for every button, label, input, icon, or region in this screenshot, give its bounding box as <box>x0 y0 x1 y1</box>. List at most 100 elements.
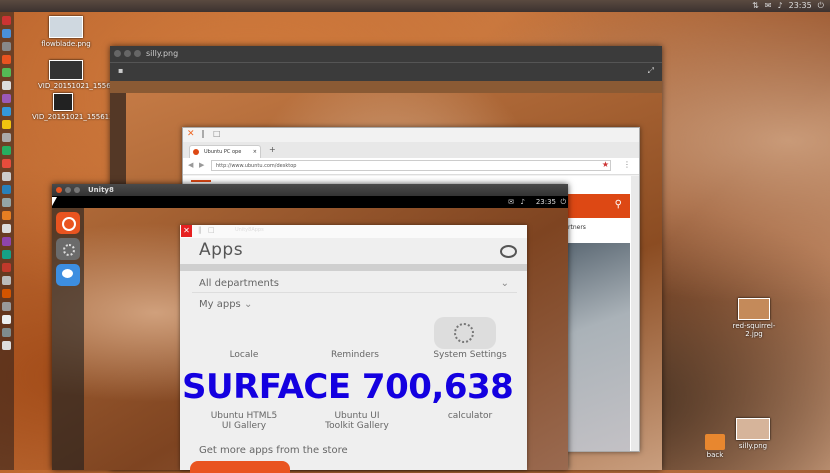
app-html5-gallery[interactable]: Ubuntu HTML5 UI Gallery <box>194 411 294 431</box>
launcher-app-icon[interactable] <box>2 81 11 90</box>
launcher-app-icon[interactable] <box>2 224 11 233</box>
launcher-app-icon[interactable] <box>2 146 11 155</box>
desktop-file-label: silly.png <box>738 442 768 450</box>
unity8-launcher <box>52 208 84 470</box>
launcher-app-icon[interactable] <box>2 42 11 51</box>
back-icon[interactable]: ◀ <box>188 161 193 169</box>
desktop-file[interactable]: VID_20151021_155613.jpg <box>38 60 133 90</box>
chevron-down-icon[interactable]: ⌄ <box>501 278 509 289</box>
new-tab-icon[interactable]: + <box>269 145 276 154</box>
messaging-icon[interactable] <box>56 264 80 286</box>
indicator-mail-icon[interactable]: ✉ <box>765 1 772 11</box>
close-icon[interactable]: ✕ <box>181 225 192 237</box>
forward-icon[interactable]: ▶ <box>199 161 204 169</box>
app-calculator[interactable]: calculator <box>420 411 520 421</box>
desktop-file[interactable]: red-squirrel-2.jpg <box>724 298 784 338</box>
browser-titlebar[interactable]: ✕ ‖ □ <box>183 128 639 142</box>
launcher-app-icon[interactable] <box>2 185 11 194</box>
launcher-app-icon[interactable] <box>2 55 11 64</box>
apps-titlebar[interactable]: ✕ ‖ □ Unity8Apps <box>180 225 527 238</box>
settings-gear-icon[interactable] <box>56 238 80 260</box>
launcher-app-icon[interactable] <box>2 29 11 38</box>
launcher-app-icon[interactable] <box>2 341 11 350</box>
bookmark-star-icon[interactable]: ★ <box>602 160 609 169</box>
unity8-titlebar[interactable]: Unity8 <box>52 184 568 196</box>
launcher-app-icon[interactable] <box>2 198 11 207</box>
close-button[interactable] <box>114 50 121 57</box>
desktop-folder[interactable]: back <box>700 434 730 459</box>
more-apps-link[interactable]: Get more apps from the store <box>199 445 348 456</box>
apps-scope-window[interactable]: ✕ ‖ □ Unity8Apps Apps All departments ⌄ … <box>180 225 527 473</box>
launcher-app-icon[interactable] <box>2 315 11 324</box>
launcher-app-icon[interactable] <box>2 276 11 285</box>
app-reminders[interactable]: Reminders <box>320 350 390 360</box>
browser-tabbar: Ubuntu PC ope × + <box>183 142 639 158</box>
power-icon[interactable]: ⏻ <box>560 196 566 208</box>
gear-icon <box>454 323 474 343</box>
launcher-app-icon[interactable] <box>2 68 11 77</box>
launcher-app-icon[interactable] <box>2 289 11 298</box>
system-settings-icon[interactable] <box>434 317 496 349</box>
launcher-app-icon[interactable] <box>2 120 11 129</box>
sound-icon[interactable]: ♪ <box>521 196 525 208</box>
minimize-icon[interactable]: ‖ <box>198 226 202 234</box>
launcher-app-icon[interactable] <box>2 250 11 259</box>
launcher-app-icon[interactable] <box>2 263 11 272</box>
window-titlebar[interactable]: silly.png <box>110 46 662 62</box>
desktop-file[interactable]: VID_20151021_155613.3gp <box>32 93 129 121</box>
browser-tab[interactable]: Ubuntu PC ope × <box>189 145 261 158</box>
mail-icon[interactable]: ✉ <box>508 196 514 208</box>
launcher-app-icon[interactable] <box>2 107 11 116</box>
chevron-down-icon: ⌄ <box>243 299 253 310</box>
minimize-icon[interactable]: ‖ <box>201 129 205 138</box>
app-toolkit-gallery[interactable]: Ubuntu UI Toolkit Gallery <box>307 411 407 431</box>
ubuntu-logo-icon[interactable] <box>56 212 80 234</box>
power-icon[interactable]: ⏻ <box>818 1 824 11</box>
maximize-button[interactable] <box>134 50 141 57</box>
indicator-sound-icon[interactable]: ♪ <box>778 1 783 11</box>
url-bar[interactable]: http://www.ubuntu.com/desktop <box>211 160 611 171</box>
browser-navbar: ◀ ▶ http://www.ubuntu.com/desktop ★ ⋮ <box>183 158 639 175</box>
my-apps-header[interactable]: My apps ⌄ <box>199 299 252 310</box>
fullscreen-icon[interactable]: ⤢ <box>648 66 654 76</box>
panel-clock[interactable]: 23:35 <box>789 1 812 11</box>
desktop-file[interactable]: flowblade.png <box>38 16 94 48</box>
app-label-line: Ubuntu HTML5 <box>210 411 278 421</box>
launcher-app-icon[interactable] <box>2 94 11 103</box>
launcher-app-icon[interactable] <box>2 159 11 168</box>
launcher-app-icon[interactable] <box>2 133 11 142</box>
maximize-icon[interactable]: □ <box>213 129 221 138</box>
indicator-network-icon[interactable]: ⇅ <box>752 1 759 11</box>
close-icon[interactable]: ✕ <box>187 129 195 139</box>
partners-link[interactable]: rtners <box>568 224 586 231</box>
scrollbar[interactable] <box>631 176 639 451</box>
folder-icon <box>705 434 725 450</box>
mouse-cursor-icon <box>52 197 57 206</box>
store-button[interactable] <box>190 461 290 473</box>
app-system-settings[interactable]: System Settings <box>420 350 520 360</box>
image-thumbnail <box>49 16 83 38</box>
launcher-app-icon[interactable] <box>2 211 11 220</box>
launcher-app-icon[interactable] <box>2 16 11 25</box>
launcher-app-icon[interactable] <box>2 237 11 246</box>
desktop-file[interactable]: silly.png <box>733 418 773 450</box>
launcher-app-icon[interactable] <box>2 328 11 337</box>
search-icon[interactable] <box>500 245 517 258</box>
close-button[interactable] <box>56 187 62 193</box>
play-icon[interactable]: ▪ <box>118 66 123 75</box>
video-thumbnail <box>53 93 73 111</box>
search-icon[interactable]: ⚲ <box>615 199 622 210</box>
maximize-button[interactable] <box>74 187 80 193</box>
minimize-button[interactable] <box>65 187 71 193</box>
departments-dropdown[interactable]: All departments <box>199 278 279 289</box>
unity8-clock[interactable]: 23:35 <box>536 196 556 208</box>
menu-icon[interactable]: ⋮ <box>623 160 631 169</box>
launcher-app-icon[interactable] <box>2 172 11 181</box>
minimize-button[interactable] <box>124 50 131 57</box>
desktop-file-label: red-squirrel-2.jpg <box>732 322 776 338</box>
maximize-icon[interactable]: □ <box>208 226 215 234</box>
ubuntu-site-navbar: ⚲ <box>568 194 630 218</box>
desktop-file-label: flowblade.png <box>41 40 91 48</box>
launcher-app-icon[interactable] <box>2 302 11 311</box>
app-locale[interactable]: Locale <box>214 350 274 360</box>
